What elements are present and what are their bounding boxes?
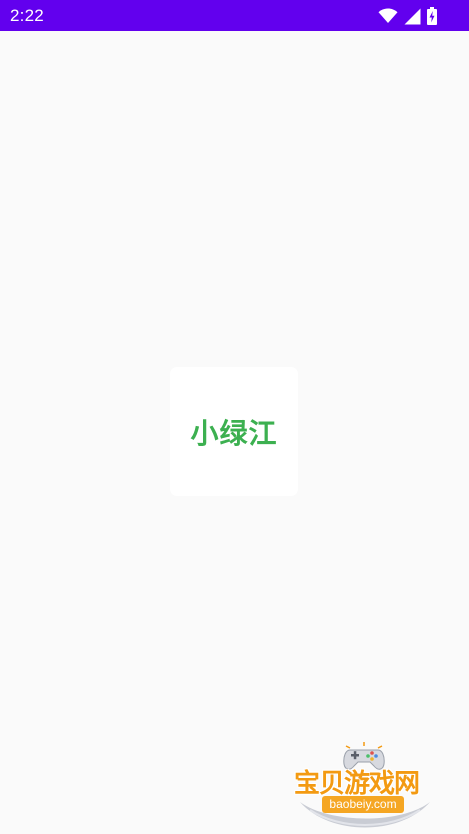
cellular-signal-icon xyxy=(404,8,421,25)
wifi-icon xyxy=(378,8,398,24)
watermark: 宝贝游戏网 baobeiy.com xyxy=(290,740,440,830)
watermark-url: baobeiy.com xyxy=(322,796,404,813)
app-logo: 小绿江 xyxy=(170,367,298,496)
app-logo-text: 小绿江 xyxy=(190,416,278,450)
splash-screen: 小绿江 xyxy=(0,31,469,834)
status-time: 2:22 xyxy=(10,6,44,25)
battery-charging-icon xyxy=(427,7,437,25)
watermark-title: 宝贝游戏网 xyxy=(294,769,420,799)
status-bar: 2:22 xyxy=(0,0,469,31)
status-icons xyxy=(378,6,437,26)
